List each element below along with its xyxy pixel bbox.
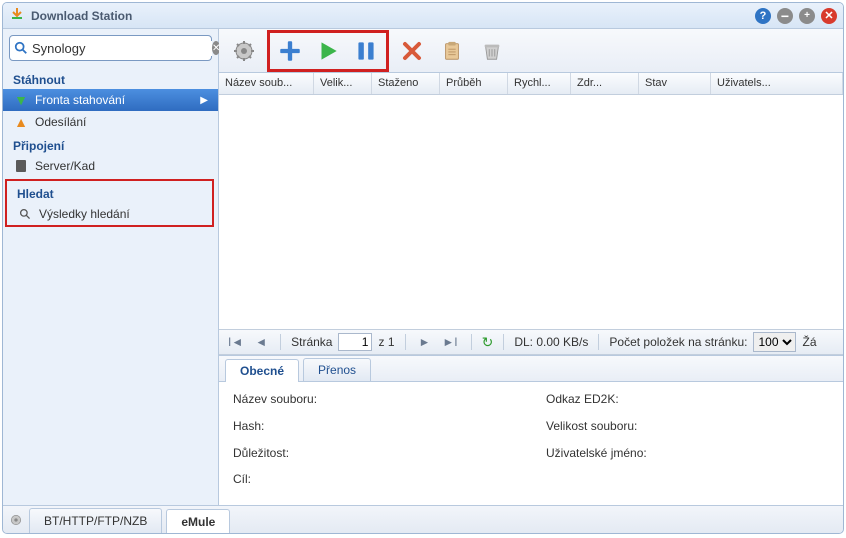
server-icon [13, 158, 29, 174]
sidebar-item-label: Server/Kad [35, 159, 95, 173]
footer-tab-emule[interactable]: eMule [166, 509, 230, 534]
settings-button[interactable] [225, 34, 263, 68]
footer: BT/HTTP/FTP/NZB eMule [3, 505, 843, 533]
toolbar [219, 29, 843, 73]
col-sources[interactable]: Zdr... [571, 73, 639, 94]
col-progress[interactable]: Průběh [440, 73, 508, 94]
arrow-down-icon: ▼ [13, 92, 29, 108]
clear-completed-button[interactable] [473, 34, 511, 68]
sidebar-group-title: Stáhnout [3, 67, 218, 89]
prev-page-button[interactable]: ◄ [252, 335, 270, 349]
arrow-up-icon: ▲ [13, 114, 29, 130]
minimize-button[interactable]: − [777, 8, 793, 24]
sidebar-item-server-kad[interactable]: Server/Kad [3, 155, 218, 177]
search-box[interactable]: ✕ [9, 35, 212, 61]
sidebar-group-search: Hledat Výsledky hledání [5, 179, 214, 227]
page-of-label: z 1 [378, 335, 394, 349]
col-size[interactable]: Velik... [314, 73, 372, 94]
col-filename[interactable]: Název soub... [219, 73, 314, 94]
search-input[interactable] [28, 41, 212, 56]
download-grid[interactable] [219, 95, 843, 329]
perpage-select[interactable]: 100 [753, 332, 796, 352]
add-button[interactable] [271, 34, 309, 68]
sidebar-group-title: Připojení [3, 133, 218, 155]
tab-general[interactable]: Obecné [225, 359, 299, 382]
sidebar-item-upload[interactable]: ▲ Odesílání [3, 111, 218, 133]
perpage-label: Počet položek na stránku: [609, 335, 747, 349]
magnifier-icon [17, 206, 33, 222]
footer-settings-button[interactable] [3, 507, 29, 533]
dl-speed-label: DL: 0.00 KB/s [514, 335, 588, 349]
titlebar: Download Station ? − + ✕ [3, 3, 843, 29]
toolbar-highlight-group [267, 30, 389, 72]
detail-body: Název souboru: Odkaz ED2K: Hash: Velikos… [219, 382, 843, 505]
app-icon [9, 6, 25, 25]
last-page-button[interactable]: ►I [439, 335, 460, 349]
start-button[interactable] [309, 34, 347, 68]
reload-button[interactable]: ↻ [482, 334, 494, 351]
sidebar: ✕ Stáhnout ▼ Fronta stahování ▶ ▲ Odesíl… [3, 29, 219, 505]
page-label: Stránka [291, 335, 332, 349]
field-priority: Důležitost: [233, 446, 516, 469]
detail-panel: Obecné Přenos Název souboru: Odkaz ED2K:… [219, 355, 843, 505]
detail-tabs: Obecné Přenos [219, 356, 843, 382]
col-user[interactable]: Uživatels... [711, 73, 843, 94]
close-button[interactable]: ✕ [821, 8, 837, 24]
app-window: Download Station ? − + ✕ ✕ Stáhnout ▼ [2, 2, 844, 534]
col-downloaded[interactable]: Staženo [372, 73, 440, 94]
clipboard-button[interactable] [433, 34, 471, 68]
field-dest: Cíl: [233, 472, 829, 495]
sidebar-item-search-results[interactable]: Výsledky hledání [7, 203, 212, 225]
field-hash: Hash: [233, 419, 516, 442]
sidebar-item-download-queue[interactable]: ▼ Fronta stahování ▶ [3, 89, 218, 111]
tab-transfer[interactable]: Přenos [303, 358, 371, 381]
field-filename: Název souboru: [233, 392, 516, 415]
sidebar-group-title: Hledat [7, 181, 212, 203]
field-size: Velikost souboru: [546, 419, 829, 442]
sidebar-group-connection: Připojení Server/Kad [3, 133, 218, 177]
chevron-right-icon: ▶ [200, 95, 208, 106]
sidebar-group-download: Stáhnout ▼ Fronta stahování ▶ ▲ Odesílán… [3, 67, 218, 133]
pager-overflow: Žá [802, 335, 816, 349]
search-icon [14, 41, 28, 55]
field-user: Uživatelské jméno: [546, 446, 829, 469]
footer-tab-bt[interactable]: BT/HTTP/FTP/NZB [29, 508, 162, 533]
delete-button[interactable] [393, 34, 431, 68]
page-input[interactable] [338, 333, 372, 351]
first-page-button[interactable]: I◄ [225, 335, 246, 349]
col-status[interactable]: Stav [639, 73, 711, 94]
pager: I◄ ◄ Stránka z 1 ► ►I ↻ DL: 0.00 KB/s Po… [219, 329, 843, 355]
sidebar-item-label: Fronta stahování [35, 93, 125, 107]
help-button[interactable]: ? [755, 8, 771, 24]
main-panel: Název soub... Velik... Staženo Průběh Ry… [219, 29, 843, 505]
sidebar-item-label: Odesílání [35, 115, 86, 129]
column-headers: Název soub... Velik... Staženo Průběh Ry… [219, 73, 843, 95]
next-page-button[interactable]: ► [416, 335, 434, 349]
field-ed2k: Odkaz ED2K: [546, 392, 829, 415]
maximize-button[interactable]: + [799, 8, 815, 24]
sidebar-item-label: Výsledky hledání [39, 207, 130, 221]
pause-button[interactable] [347, 34, 385, 68]
col-speed[interactable]: Rychl... [508, 73, 571, 94]
window-title: Download Station [31, 9, 749, 23]
